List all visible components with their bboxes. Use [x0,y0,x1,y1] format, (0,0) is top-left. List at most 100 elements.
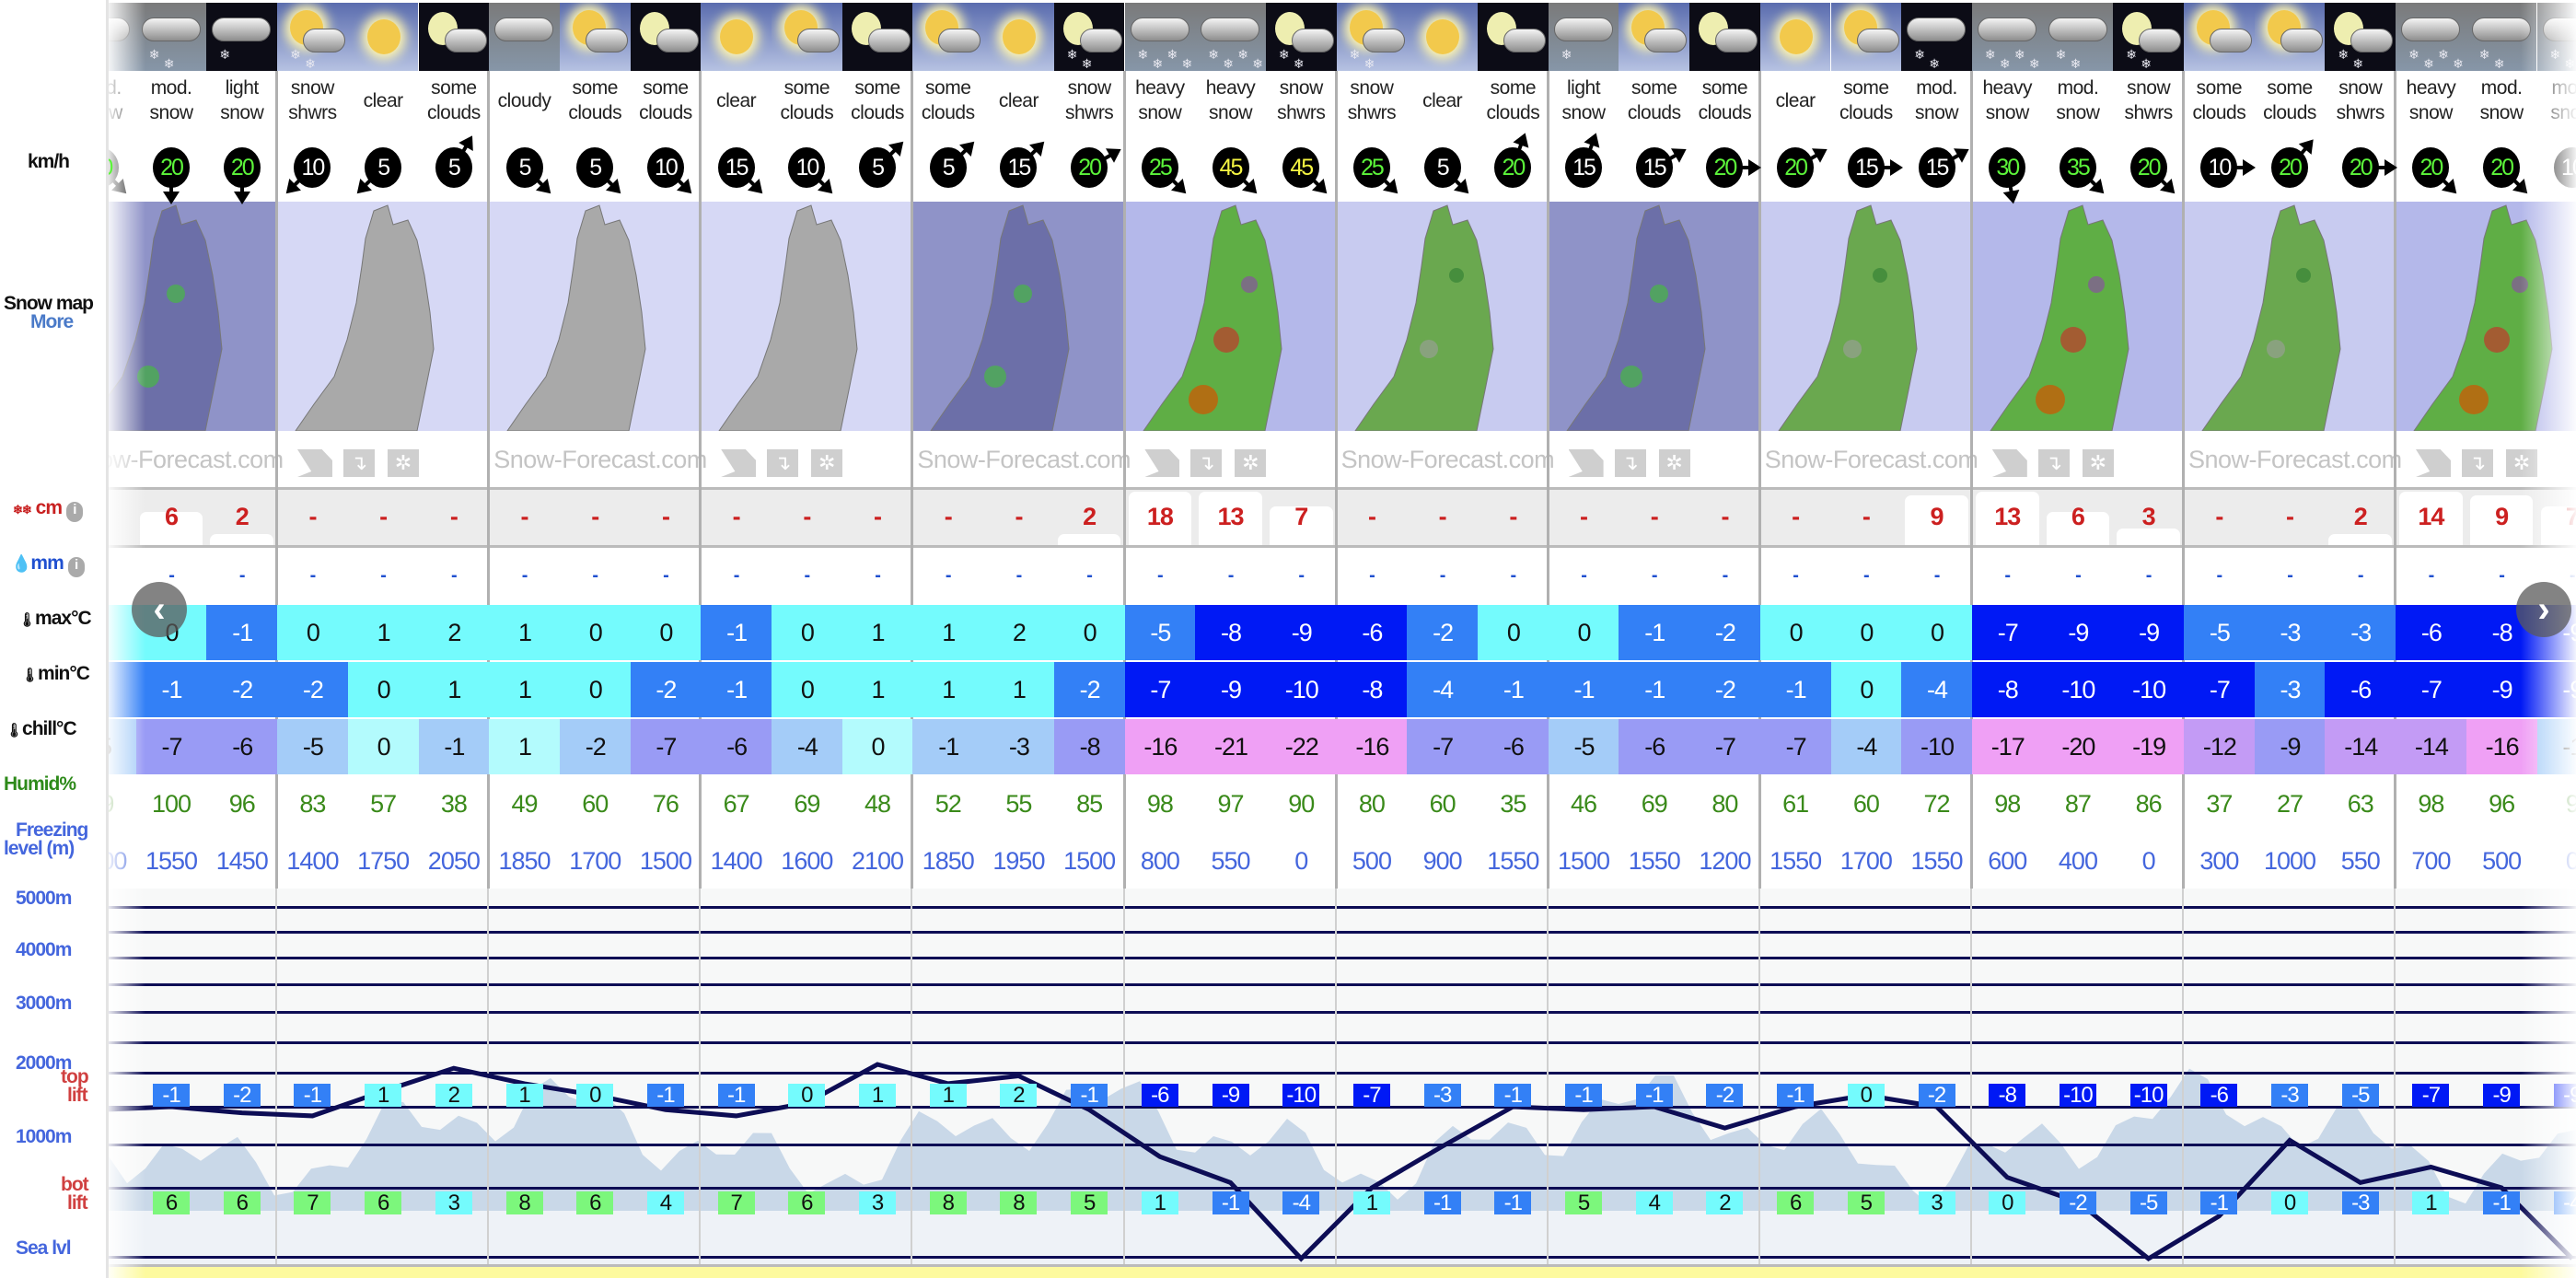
chill-temp-cell: -14 [2325,719,2397,774]
max-temp-cell: 0 [1478,605,1549,660]
snow-map-thumbnail[interactable] [489,202,702,431]
sun-icon [1426,19,1460,54]
snowflake-icon: ❄ [2438,47,2449,62]
day-separator [2182,889,2184,1264]
chill-temp-cell: -22 [1265,719,1338,774]
bot-lift-temp: 3 [435,1191,472,1215]
right-fade [2521,0,2576,1278]
top-lift-temp: -1 [294,1083,331,1108]
weather-description: snow shwrs [1277,77,1326,123]
snow-cm-value: - [2286,502,2294,530]
snow-map-thumbnail[interactable] [1336,202,1549,431]
weather-icon-partly-cloudy-day [772,3,842,71]
wind-speed-value: 45 [1219,154,1244,180]
weather-description: some clouds [1486,77,1540,123]
bot-lift-temp: 3 [859,1191,897,1215]
snowflake-settings-icon[interactable]: ✲ [388,449,419,477]
chill-temp-cell: -16 [1336,719,1409,774]
max-temp-cell: 0 [630,605,702,660]
download-arrow-icon[interactable]: ↴ [343,449,375,477]
snowflake-settings-icon[interactable]: ✲ [2082,449,2114,477]
weather-description: clear [363,89,404,111]
snow-map-thumbnail[interactable] [1759,202,1972,431]
day-separator [275,889,278,1264]
cloud-icon [867,29,911,52]
info-icon[interactable]: i [65,502,83,522]
min-temp-cell: -2 [1053,662,1126,717]
download-arrow-icon[interactable]: ↴ [2037,449,2070,477]
freezing-level-value: 1400 [286,846,339,875]
top-lift-temp: 0 [576,1083,614,1108]
bot-lift-temp: 0 [2271,1191,2309,1215]
wind-speed-badge: 20 [2483,147,2534,200]
wind-speed-value: 20 [160,154,184,180]
snow-map-thumbnail[interactable] [701,202,913,431]
sun-icon [366,19,400,54]
snow-map-more-link[interactable]: More [30,311,74,333]
cloud-icon [1907,17,1967,41]
bot-lift-temp: 6 [223,1191,261,1215]
weather-icon-partly-cloudy-day [1830,3,1902,71]
bot-lift-temp: 8 [1000,1191,1038,1215]
rain-mm-value: - [238,564,246,586]
bot-lift-temp: 4 [646,1191,684,1215]
humidity-value: 60 [582,789,609,818]
weather-icon-partly-cloudy-night [1689,3,1760,71]
wind-speed-badge: 15 [1918,142,1973,188]
weather-icon-snow-showers-night: ❄ ❄ [2113,3,2184,71]
max-temp-cell: -6 [2396,605,2467,660]
cloud-icon [1977,17,2036,41]
snow-map-thumbnail[interactable] [912,202,1125,431]
top-lift-temp: -1 [153,1083,191,1108]
wind-speed-value: 20 [2349,154,2373,180]
top-lift-temp: 1 [365,1083,402,1108]
weather-icon-partly-cloudy-night [418,3,490,71]
download-arrow-icon[interactable]: ↴ [2462,449,2493,477]
freezing-level-value: 2100 [851,846,904,875]
top-lift-temp: -1 [646,1083,684,1108]
wind-speed-badge: 20 [1777,142,1832,188]
snowflake-settings-icon[interactable]: ✲ [1658,449,1690,477]
download-arrow-icon[interactable]: ↴ [1614,449,1646,477]
wind-speed-badge: 25 [1352,147,1404,200]
info-icon[interactable]: i [67,557,85,577]
wind-speed-badge: 20 [2341,147,2397,188]
scroll-right-button[interactable]: › [2516,582,2571,637]
snow-cm-value: - [1650,502,1659,530]
download-arrow-icon[interactable]: ↴ [767,449,799,477]
snow-map-thumbnail[interactable] [1124,202,1337,431]
cloud-icon [1856,29,1899,52]
rain-mm-value: - [2004,564,2011,586]
rain-mm-value: - [2216,564,2223,586]
rain-mm-value: - [733,564,740,586]
cloud-icon [2210,29,2252,52]
humidity-value: 98 [2418,789,2444,818]
snow-cm-value: 14 [2418,502,2444,530]
top-lift-temp: -6 [2200,1083,2238,1108]
thermometer-icon: 🌡 [21,668,39,683]
chill-temp-cell: -17 [1971,719,2044,774]
snow-map-thumbnail[interactable] [1548,202,1760,431]
snow-cm-value: 2 [1083,502,1097,530]
weather-icon-clear-day [983,3,1054,71]
freezing-level-value: 1550 [1770,846,1822,875]
snow-map-thumbnail[interactable] [1971,202,2184,431]
snow-map-thumbnail[interactable] [2184,202,2396,431]
weather-description: some clouds [851,77,904,123]
day-separator [1122,889,1125,1264]
snow-map-thumbnail[interactable] [277,202,490,431]
bot-lift-temp: 8 [505,1191,543,1215]
freezing-level-value: 1750 [357,846,410,875]
snowflake-settings-icon[interactable]: ✲ [1235,449,1267,477]
snow-cm-value: - [1862,502,1871,530]
sea-level-label: Sea lvl [16,1237,72,1259]
weather-description: some clouds [1698,77,1752,123]
snowflake-settings-icon[interactable]: ✲ [811,449,843,477]
download-arrow-icon[interactable]: ↴ [1190,449,1223,477]
weather-icon-snow-showers-night: ❄ ❄ [1265,3,1337,71]
max-temp-cell: -9 [2113,605,2185,660]
wind-speed-value: 25 [1148,154,1173,180]
snowflake-icon: ❄ [2338,47,2350,62]
max-temp-cell: -3 [2254,605,2327,660]
scroll-left-button[interactable]: ‹ [132,582,187,637]
